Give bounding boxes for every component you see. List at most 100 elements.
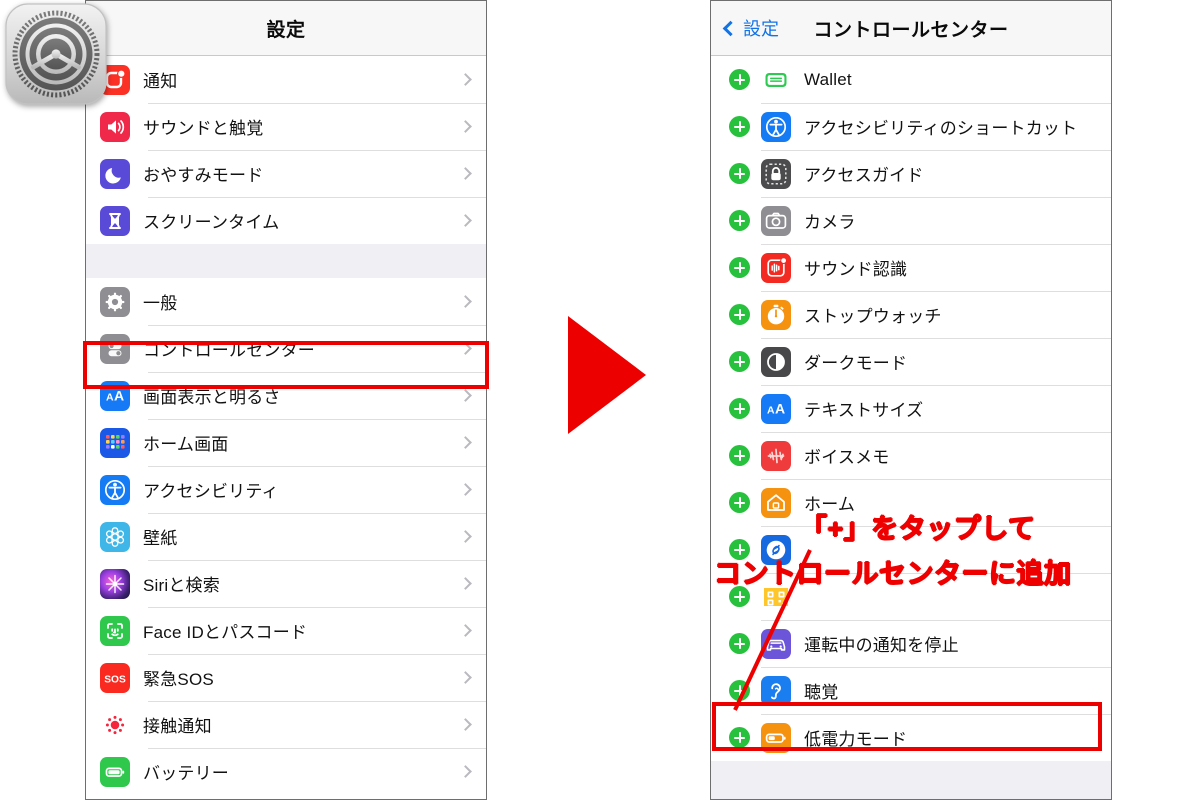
- cc-row-label: アクセシビリティのショートカット: [804, 119, 1078, 138]
- home-screen-icon: [100, 427, 130, 458]
- chevron-right-icon: [459, 436, 472, 449]
- settings-phone-panel: 設定 通知 サウンドと触覚 おやすみモード スクリーンタイム 一般 コントロール…: [85, 0, 487, 800]
- settings-row-sounds[interactable]: サウンドと触覚: [86, 103, 486, 150]
- settings-row-battery[interactable]: バッテリー: [86, 748, 486, 795]
- settings-row-accessibility[interactable]: アクセシビリティ: [86, 466, 486, 513]
- chevron-right-icon: [459, 342, 472, 355]
- chevron-right-icon: [459, 120, 472, 133]
- cc-row-wallet[interactable]: Wallet: [711, 56, 1111, 103]
- cc-row-label: Wallet: [804, 69, 852, 89]
- chevron-right-icon: [459, 389, 472, 402]
- text-size-icon: A A: [761, 393, 791, 424]
- add-control-plus-icon[interactable]: [729, 351, 750, 372]
- settings-row-label: おやすみモード: [143, 166, 264, 185]
- cc-row-label: テキストサイズ: [804, 401, 924, 420]
- chevron-right-icon: [459, 483, 472, 496]
- chevron-right-icon: [459, 73, 472, 86]
- chevron-right-icon: [459, 295, 472, 308]
- voice-memos-icon: [761, 440, 791, 471]
- settings-row-home-screen[interactable]: ホーム画面: [86, 419, 486, 466]
- chevron-right-icon: [459, 530, 472, 543]
- cc-row-sound-recognition[interactable]: サウンド認識: [711, 244, 1111, 291]
- add-control-plus-icon[interactable]: [729, 163, 750, 184]
- cc-row-accessibility-shortcut[interactable]: アクセシビリティのショートカット: [711, 103, 1111, 150]
- screen-time-icon: [100, 205, 130, 236]
- settings-row-notifications[interactable]: 通知: [86, 56, 486, 103]
- accessibility-shortcut-icon: [761, 111, 791, 142]
- chevron-right-icon: [459, 577, 472, 590]
- add-control-plus-icon[interactable]: [729, 304, 750, 325]
- battery-icon: [100, 756, 130, 787]
- chevron-right-icon: [459, 624, 472, 637]
- back-button[interactable]: 設定: [722, 15, 779, 41]
- step-arrow: [568, 316, 646, 434]
- add-control-plus-icon[interactable]: [729, 210, 750, 231]
- settings-row-label: 一般: [143, 294, 178, 313]
- cc-row-stopwatch[interactable]: ストップウォッチ: [711, 291, 1111, 338]
- add-control-plus-icon[interactable]: [729, 445, 750, 466]
- add-control-plus-icon[interactable]: [729, 116, 750, 137]
- back-button-label: 設定: [743, 19, 779, 39]
- settings-row-label: Siriと検索: [143, 576, 220, 595]
- settings-row-exposure-notifications[interactable]: 接触通知: [86, 701, 486, 748]
- annotation-line-1: 「+」をタップして: [800, 514, 1036, 544]
- settings-row-control-center[interactable]: コントロールセンター: [86, 325, 486, 372]
- low-power-mode-icon: [761, 722, 791, 753]
- sound-recognition-icon: [761, 252, 791, 283]
- chevron-right-icon: [459, 167, 472, 180]
- add-control-plus-icon[interactable]: [729, 398, 750, 419]
- settings-row-label: 壁紙: [143, 529, 178, 548]
- wallet-icon: [761, 64, 791, 95]
- settings-row-label: 通知: [143, 72, 178, 91]
- settings-row-label: コントロールセンター: [143, 341, 315, 360]
- settings-row-label: Face IDとパスコード: [143, 623, 308, 642]
- settings-row-wallpaper[interactable]: 壁紙: [86, 513, 486, 560]
- settings-group-separator: [86, 244, 486, 278]
- screenshot-stage: 設定 通知 サウンドと触覚 おやすみモード スクリーンタイム 一般 コントロール…: [0, 0, 1200, 800]
- settings-row-siri-search[interactable]: Siriと検索: [86, 560, 486, 607]
- add-control-plus-icon[interactable]: [729, 257, 750, 278]
- chevron-right-icon: [459, 718, 472, 731]
- settings-gear-logo: [4, 2, 108, 106]
- svg-text:SOS: SOS: [104, 674, 126, 685]
- settings-row-general[interactable]: 一般: [86, 278, 486, 325]
- svg-text:A: A: [775, 400, 785, 416]
- cc-row-dark-mode[interactable]: ダークモード: [711, 338, 1111, 385]
- chevron-right-icon: [459, 214, 472, 227]
- settings-row-label: 画面表示と明るさ: [143, 388, 281, 407]
- add-control-plus-icon[interactable]: [729, 492, 750, 513]
- stopwatch-icon: [761, 299, 791, 330]
- cc-row-voice-memos[interactable]: ボイスメモ: [711, 432, 1111, 479]
- emergency-sos-icon: SOS: [100, 662, 130, 693]
- add-control-plus-icon[interactable]: [729, 727, 750, 748]
- settings-row-emergency-sos[interactable]: SOS 緊急SOS: [86, 654, 486, 701]
- settings-row-do-not-disturb[interactable]: おやすみモード: [86, 150, 486, 197]
- left-nav-bar: 設定: [86, 1, 486, 56]
- do-not-disturb-icon: [100, 158, 130, 189]
- accessibility-icon: [100, 474, 130, 505]
- cc-row-text-size[interactable]: A A テキストサイズ: [711, 385, 1111, 432]
- guided-access-icon: [761, 158, 791, 189]
- annotation-line-2: コントロールセンターに追加: [714, 559, 1072, 589]
- general-icon: [100, 286, 130, 317]
- cc-row-label: サウンド認識: [804, 260, 908, 279]
- page-title: コントロールセンター: [813, 19, 1009, 41]
- settings-row-label: アクセシビリティ: [143, 482, 279, 501]
- cc-row-label: ストップウォッチ: [804, 307, 942, 326]
- cc-row-camera[interactable]: カメラ: [711, 197, 1111, 244]
- settings-row-display-brightness[interactable]: A A 画面表示と明るさ: [86, 372, 486, 419]
- add-control-plus-icon[interactable]: [729, 69, 750, 90]
- page-title: 設定: [266, 19, 306, 41]
- settings-row-label: スクリーンタイム: [143, 213, 280, 232]
- svg-text:A: A: [114, 387, 124, 403]
- cc-row-guided-access[interactable]: アクセスガイド: [711, 150, 1111, 197]
- display-brightness-icon: A A: [100, 380, 130, 411]
- settings-row-screen-time[interactable]: スクリーンタイム: [86, 197, 486, 244]
- face-id-icon: [100, 615, 130, 646]
- control-center-icon: [100, 333, 130, 364]
- settings-group-2: 一般 コントロールセンター A A 画面表示と明るさ ホーム画面 アクセシビリテ…: [86, 278, 486, 795]
- chevron-right-icon: [459, 765, 472, 778]
- exposure-notifications-icon: [100, 709, 130, 740]
- settings-row-face-id[interactable]: Face IDとパスコード: [86, 607, 486, 654]
- wallpaper-icon: [100, 521, 130, 552]
